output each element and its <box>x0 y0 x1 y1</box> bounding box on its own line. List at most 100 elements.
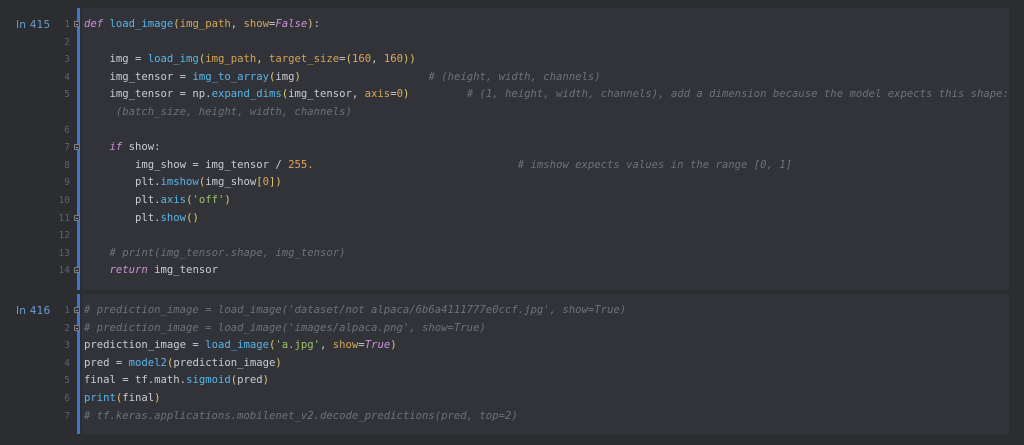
code-token: )) <box>403 53 416 66</box>
code-line[interactable]: 2 # prediction_image = load_image('images… <box>0 320 1024 338</box>
code-line[interactable]: 12 <box>0 227 1024 245</box>
code-token: axis <box>364 88 391 101</box>
line-number: 4 <box>64 357 70 369</box>
code-token: 160 <box>383 53 403 66</box>
code-token: expand_dims <box>211 88 282 101</box>
code-token: img_tensor <box>154 264 218 277</box>
code-token: img_tensor, <box>288 88 365 101</box>
code-token: model2 <box>128 356 167 369</box>
code-lines[interactable]: 1 def load_image(img_path, show=False): 2 3… <box>0 16 1024 280</box>
code-line[interactable]: 14 return img_tensor <box>0 262 1024 280</box>
code-line[interactable]: 8 img_show = img_tensor / 255. # imshow … <box>0 157 1024 175</box>
fold-toggle-icon[interactable] <box>74 307 80 313</box>
code-token: load_image <box>109 18 174 30</box>
code-line[interactable]: 7 if show: <box>0 139 1024 157</box>
code-token: # (1, height, width, channels), add a di… <box>466 88 1009 101</box>
code-line[interactable]: 11 plt.show() <box>0 210 1024 228</box>
code-token: axis <box>160 193 187 206</box>
code-token: load_img <box>147 53 199 66</box>
code-line[interactable]: 9 plt.imshow(img_show[0]) <box>0 174 1024 192</box>
code-token: (batch_size, height, width, channels) <box>115 105 352 118</box>
code-text: img_show = img_tensor / 255. # imshow ex… <box>84 157 792 175</box>
code-token: sigmoid <box>186 374 231 387</box>
code-text: img_tensor = np.expand_dims(img_tensor, … <box>84 86 1009 104</box>
line-number: 10 <box>58 194 70 206</box>
code-token: 160 <box>351 53 372 66</box>
code-token: show <box>332 339 359 352</box>
code-token: pred <box>237 374 263 387</box>
code-cell-415[interactable]: In 415 1 def load_image(img_path, show=Fa… <box>0 8 1024 290</box>
code-line[interactable]: 6 print(final) <box>0 390 1024 408</box>
code-token: prediction_image <box>173 356 276 369</box>
line-number: 12 <box>58 230 70 242</box>
code-line[interactable]: 6 <box>0 122 1024 140</box>
code-text: plt.axis('off') <box>84 192 231 210</box>
code-text: prediction_image = load_image('a.jpg', s… <box>84 337 397 355</box>
fold-toggle-icon[interactable] <box>74 21 80 27</box>
code-token: False <box>275 18 308 30</box>
code-token: imshow <box>160 176 199 189</box>
code-token: final = tf.math. <box>84 374 187 387</box>
code-token: pred = <box>84 356 129 369</box>
line-number: 14 <box>58 265 70 277</box>
code-line[interactable]: 4 pred = model2(prediction_image) <box>0 355 1024 373</box>
code-token: , <box>320 339 333 352</box>
code-token: True <box>364 339 391 352</box>
line-number: 6 <box>64 392 70 404</box>
line-number: 6 <box>64 124 70 136</box>
line-number: 1 <box>64 305 70 316</box>
code-line[interactable]: 10 plt.axis('off') <box>0 192 1024 210</box>
code-text: pred = model2(prediction_image) <box>84 355 282 373</box>
code-token: target_size <box>269 53 340 66</box>
code-token: , <box>256 53 269 66</box>
code-token: 'a.jpg' <box>275 339 321 352</box>
code-token: img = <box>84 53 148 66</box>
code-line[interactable]: 13 # print(img_tensor.shape, img_tensor) <box>0 245 1024 263</box>
code-token: img_path <box>179 18 231 30</box>
code-lines[interactable]: 1 # prediction_image = load_image('datase… <box>0 302 1024 425</box>
code-text: if show: <box>84 139 161 157</box>
code-line[interactable]: 7 # tf.keras.applications.mobilenet_v2.de… <box>0 408 1024 426</box>
code-token: img_show <box>205 176 257 189</box>
code-token: # prediction_image = load_image('images/… <box>84 321 486 334</box>
code-text: plt.show() <box>84 210 199 228</box>
code-token: : <box>313 18 321 30</box>
fold-toggle-icon[interactable] <box>74 324 80 331</box>
code-token: ) <box>275 356 282 369</box>
fold-toggle-icon[interactable] <box>74 144 80 151</box>
code-line[interactable]: 3 prediction_image = load_image('a.jpg', … <box>0 337 1024 355</box>
code-line[interactable]: 2 <box>0 34 1024 52</box>
line-number: 2 <box>64 36 70 48</box>
code-line[interactable]: 5 img_tensor = np.expand_dims(img_tensor… <box>0 86 1024 104</box>
line-number: 5 <box>64 89 70 101</box>
code-line[interactable]: 3 img = load_img(img_path, target_size=(… <box>0 51 1024 69</box>
code-token: show: <box>128 141 161 154</box>
line-number: 7 <box>64 410 70 422</box>
code-token: ) <box>154 391 161 404</box>
code-token: if <box>109 141 129 154</box>
code-token: # tf.keras.applications.mobilenet_v2.dec… <box>84 409 518 422</box>
code-token: # imshow expects values in the range [0,… <box>517 158 792 171</box>
code-line[interactable]: 1 # prediction_image = load_image('datase… <box>0 302 1024 320</box>
fold-toggle-icon[interactable] <box>74 214 80 221</box>
code-line[interactable]: 5 final = tf.math.sigmoid(pred) <box>0 372 1024 390</box>
code-text: # prediction_image = load_image('images/… <box>84 320 486 338</box>
code-line[interactable]: 4 img_tensor = img_to_array(img) # (heig… <box>0 69 1024 87</box>
code-token: img_to_array <box>192 70 269 83</box>
code-token: final <box>122 391 155 404</box>
fold-toggle-icon[interactable] <box>74 267 80 274</box>
code-token: plt. <box>84 211 161 224</box>
code-cell-416[interactable]: In 416 1 # prediction_image = load_image(… <box>0 294 1024 434</box>
code-line[interactable]: 1 def load_image(img_path, show=False): <box>0 16 1024 34</box>
line-number: 13 <box>58 247 70 259</box>
code-line[interactable]: (batch_size, height, width, channels) <box>0 104 1024 122</box>
code-token: # prediction_image = load_image('dataset… <box>84 304 627 316</box>
code-token: ) <box>262 374 270 387</box>
